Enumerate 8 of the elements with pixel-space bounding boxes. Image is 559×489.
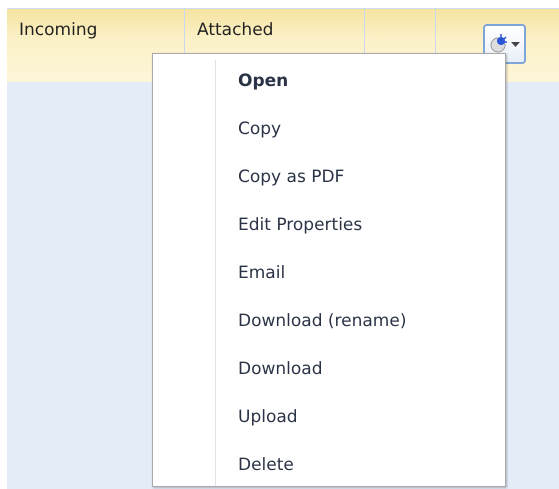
menu-item[interactable]: Copy [228,105,499,153]
menu-item[interactable]: Download (rename) [228,297,499,345]
menu-item[interactable]: Upload [228,393,499,441]
menu-item[interactable]: Edit Properties [228,201,499,249]
menu-item[interactable]: Delete [228,441,499,486]
menu-item[interactable]: Copy as PDF [228,153,499,201]
menu-item[interactable]: Download [228,345,499,393]
menu-item[interactable]: Email [228,249,499,297]
